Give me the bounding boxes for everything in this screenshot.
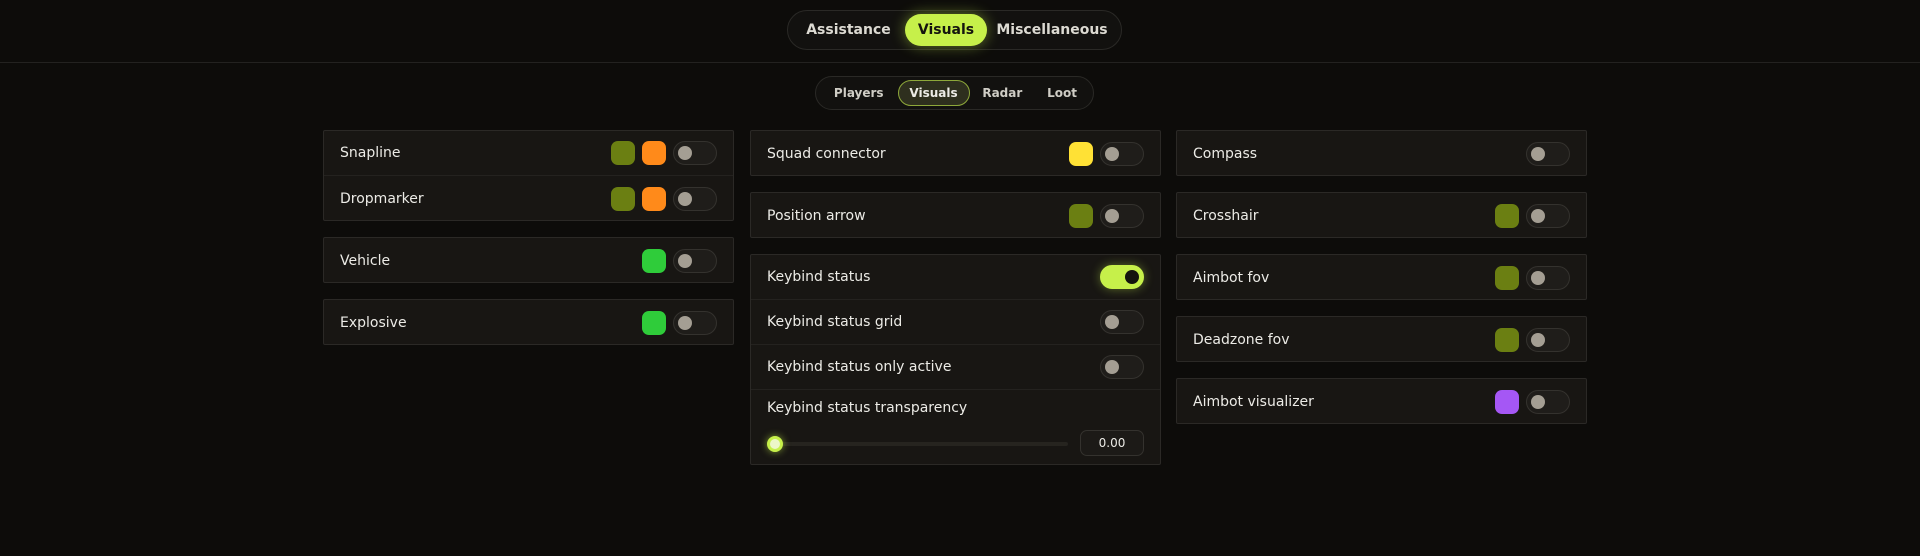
setting-row-snapline: Snapline [324,131,733,176]
setting-label: Snapline [340,145,401,161]
color-picker-swatch[interactable] [1495,265,1519,290]
deadzone-fov-toggle[interactable] [1526,327,1570,352]
toggle-knob [1531,146,1545,161]
setting-row-position-arrow: Position arrow [751,193,1160,238]
setting-label: Explosive [340,314,407,331]
toggle-knob [678,191,692,206]
setting-label: Crosshair [1193,207,1259,224]
card-crosshair: Crosshair [1176,192,1587,238]
setting-label: Deadzone fov [1193,331,1290,348]
card-aimbot-fov: Aimbot fov [1176,254,1587,300]
snapline-toggle[interactable] [673,141,717,165]
toggle-knob [678,315,692,330]
subtab-visuals[interactable]: Visuals [897,80,970,106]
tab-visuals[interactable]: Visuals [905,14,987,46]
keybind-status-only-active-toggle[interactable] [1100,355,1144,379]
squad-connector-toggle[interactable] [1100,141,1144,166]
setting-row-keybind-status-grid: Keybind status grid [751,300,1160,345]
setting-row-aimbot-fov: Aimbot fov [1177,255,1586,300]
card-position-arrow: Position arrow [750,192,1161,238]
dropmarker-toggle[interactable] [673,186,717,211]
card-vehicle: Vehicle [323,237,734,283]
setting-row-vehicle: Vehicle [324,238,733,283]
position-arrow-toggle[interactable] [1100,203,1144,228]
keybind-status-toggle[interactable] [1100,265,1144,289]
setting-row-explosive: Explosive [324,300,733,345]
subtab-radar[interactable]: Radar [970,80,1036,106]
color-picker-swatch[interactable] [642,141,666,165]
sub-tab-bar: Players Visuals Radar Loot [815,76,1094,110]
transparency-slider-thumb[interactable] [767,436,783,452]
main-tab-bar: Assistance Visuals Miscellaneous [787,10,1122,50]
toggle-knob [1105,315,1119,329]
explosive-toggle[interactable] [673,310,717,335]
setting-label: Position arrow [767,207,866,224]
compass-toggle[interactable] [1526,141,1570,166]
card-compass: Compass [1176,130,1587,176]
setting-row-keybind-status-transparency: Keybind status transparency 0.00 [751,390,1160,465]
vehicle-toggle[interactable] [673,248,717,273]
toggle-knob [1531,394,1545,409]
setting-row-compass: Compass [1177,131,1586,176]
color-picker-swatch[interactable] [642,186,666,211]
setting-label: Keybind status [767,269,871,285]
toggle-knob [1105,146,1119,161]
transparency-value-input[interactable]: 0.00 [1080,430,1144,456]
setting-label: Squad connector [767,145,886,162]
color-picker-swatch[interactable] [1069,203,1093,228]
card-snapline-dropmarker: Snapline Dropmarker [323,130,734,221]
color-picker-swatch[interactable] [611,186,635,211]
color-picker-swatch[interactable] [642,310,666,335]
toggle-knob [1105,208,1119,223]
setting-label: Keybind status grid [767,314,903,330]
setting-row-crosshair: Crosshair [1177,193,1586,238]
color-picker-swatch[interactable] [1495,389,1519,414]
toggle-knob [1105,360,1119,374]
color-picker-swatch[interactable] [611,141,635,165]
toggle-knob [678,146,692,160]
setting-label: Dropmarker [340,190,424,207]
color-picker-swatch[interactable] [1069,141,1093,166]
toggle-knob [1531,208,1545,223]
setting-label: Keybind status only active [767,359,952,375]
tab-miscellaneous[interactable]: Miscellaneous [987,14,1117,46]
setting-row-aimbot-visualizer: Aimbot visualizer [1177,379,1586,424]
setting-label: Vehicle [340,252,391,269]
card-explosive: Explosive [323,299,734,345]
card-aimbot-visualizer: Aimbot visualizer [1176,378,1587,424]
setting-row-squad-connector: Squad connector [751,131,1160,176]
card-keybind-status: Keybind status Keybind status grid Keybi… [750,254,1161,465]
color-picker-swatch[interactable] [1495,327,1519,352]
transparency-slider-track[interactable] [775,442,1068,446]
setting-row-keybind-status: Keybind status [751,255,1160,300]
color-picker-swatch[interactable] [1495,203,1519,228]
setting-row-dropmarker: Dropmarker [324,176,733,221]
setting-label: Aimbot fov [1193,269,1270,286]
keybind-status-grid-toggle[interactable] [1100,310,1144,334]
toggle-knob [678,253,692,268]
setting-label: Compass [1193,145,1258,162]
tab-assistance[interactable]: Assistance [792,14,905,46]
setting-label: Keybind status transparency [767,400,968,416]
card-squad-connector: Squad connector [750,130,1161,176]
setting-row-keybind-status-only-active: Keybind status only active [751,345,1160,390]
color-picker-swatch[interactable] [642,248,666,273]
toggle-knob [1531,270,1545,285]
toggle-knob [1125,270,1139,284]
aimbot-visualizer-toggle[interactable] [1526,389,1570,414]
subtab-loot[interactable]: Loot [1035,80,1089,106]
card-deadzone-fov: Deadzone fov [1176,316,1587,362]
aimbot-fov-toggle[interactable] [1526,265,1570,290]
setting-label: Aimbot visualizer [1193,393,1314,410]
setting-row-deadzone-fov: Deadzone fov [1177,317,1586,362]
toggle-knob [1531,332,1545,347]
subtab-players[interactable]: Players [820,80,898,106]
crosshair-toggle[interactable] [1526,203,1570,228]
